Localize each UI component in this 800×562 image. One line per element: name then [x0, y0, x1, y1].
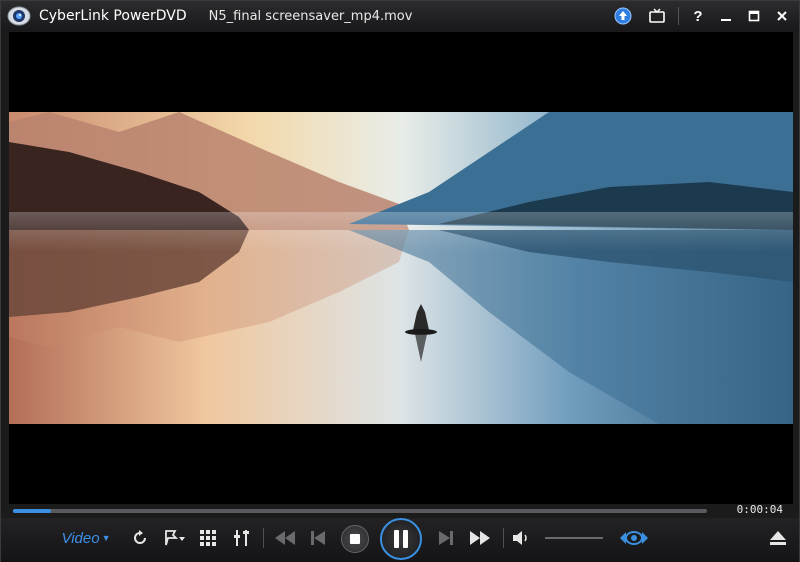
- fast-forward-icon[interactable]: [467, 518, 493, 558]
- maximize-icon[interactable]: [743, 5, 765, 27]
- video-menu-label: Video: [61, 529, 100, 547]
- seek-progress: [13, 509, 52, 513]
- video-still-image: [9, 112, 793, 424]
- pause-icon[interactable]: [380, 518, 422, 560]
- volume-icon[interactable]: [511, 518, 533, 558]
- chapters-icon[interactable]: [197, 518, 219, 558]
- chevron-down-icon: ▼: [101, 533, 111, 543]
- minimize-icon[interactable]: [715, 5, 737, 27]
- video-frame: [9, 112, 793, 424]
- stop-icon[interactable]: [341, 525, 369, 553]
- view-mode-icon[interactable]: [617, 518, 651, 558]
- elapsed-time: 0:00:04: [736, 503, 783, 516]
- video-display[interactable]: [9, 32, 793, 504]
- settings-icon[interactable]: [231, 518, 253, 558]
- help-icon[interactable]: ?: [687, 5, 709, 27]
- rewind-icon[interactable]: [273, 518, 297, 558]
- titlebar-divider: [678, 7, 679, 25]
- bookmark-icon[interactable]: [161, 518, 187, 558]
- control-bar: Video ▼: [1, 518, 799, 562]
- titlebar-buttons: ?: [606, 5, 793, 27]
- seek-bar-row: 0:00:04: [1, 503, 799, 518]
- app-title: CyberLink PowerDVD: [39, 8, 187, 24]
- upgrade-icon[interactable]: [612, 5, 634, 27]
- volume-slider[interactable]: [545, 537, 603, 539]
- control-divider: [263, 528, 264, 548]
- video-menu-button[interactable]: Video ▼: [55, 518, 117, 558]
- previous-icon[interactable]: [307, 518, 329, 558]
- next-icon[interactable]: [435, 518, 457, 558]
- powerdvd-logo-icon: [7, 6, 31, 26]
- title-bar[interactable]: CyberLink PowerDVD N5_final screensaver_…: [1, 1, 799, 31]
- seek-bar[interactable]: [13, 509, 707, 513]
- control-divider: [503, 528, 504, 548]
- repeat-icon[interactable]: [129, 518, 151, 558]
- eject-icon[interactable]: [767, 518, 789, 558]
- powerdvd-window: CyberLink PowerDVD N5_final screensaver_…: [0, 0, 800, 562]
- tv-mode-icon[interactable]: [646, 5, 668, 27]
- close-icon[interactable]: [771, 5, 793, 27]
- file-title: N5_final screensaver_mp4.mov: [208, 8, 413, 24]
